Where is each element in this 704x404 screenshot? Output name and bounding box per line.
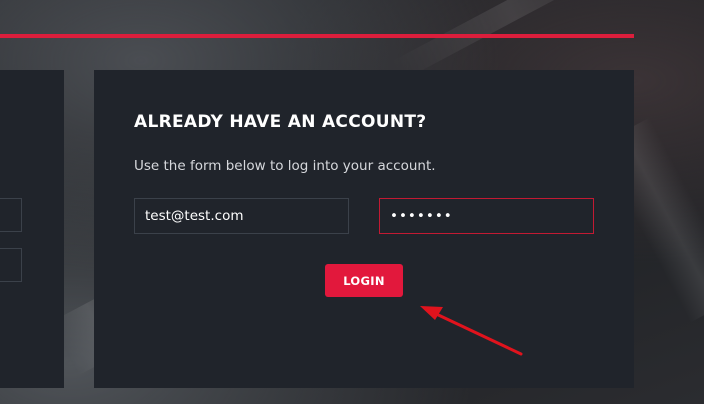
- password-input[interactable]: [379, 198, 594, 234]
- red-pointer-arrow-icon: [420, 306, 523, 356]
- login-button[interactable]: LOGIN: [325, 264, 403, 297]
- register-panel-partial: [0, 70, 64, 388]
- email-input[interactable]: [134, 198, 349, 234]
- accent-top-bar: [0, 34, 634, 38]
- login-subtitle: Use the form below to log into your acco…: [134, 158, 436, 174]
- login-title: ALREADY HAVE AN ACCOUNT?: [134, 112, 427, 132]
- register-field[interactable]: [0, 248, 22, 282]
- login-panel: ALREADY HAVE AN ACCOUNT? Use the form be…: [94, 70, 634, 388]
- register-field[interactable]: [0, 198, 22, 232]
